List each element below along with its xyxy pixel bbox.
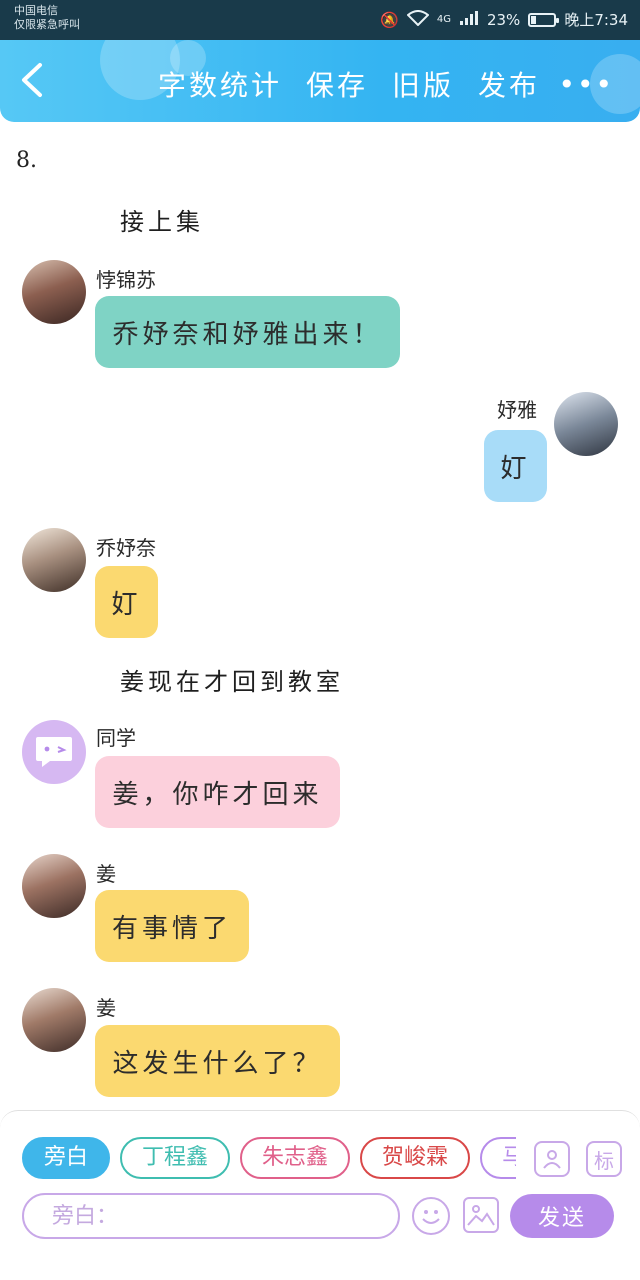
word-count-button[interactable]: 字数统计 [158,68,282,104]
more-button[interactable]: ••• [558,70,614,100]
avatar[interactable] [22,720,86,784]
old-version-button[interactable]: 旧版 [392,68,454,104]
message-bubble[interactable]: 这发生什么了？ [95,1025,340,1097]
save-button[interactable]: 保存 [306,68,368,104]
battery-percent: 23% [486,10,521,29]
message-bubble[interactable]: 乔妤奈和妤雅出来！ [95,296,400,368]
carrier-info: 中国电信 仅限紧急呼叫 [14,4,80,32]
wifi-icon [406,9,430,30]
message-bubble[interactable]: 有事情了 [95,890,249,962]
episode-number: 8. [16,148,37,173]
message-bubble[interactable]: 奵 [95,566,158,638]
status-icons: 🔕 4G 23% 晚上7:34 [380,9,628,30]
message-bubble[interactable]: 姜，你咋才回来 [95,756,340,828]
back-button[interactable] [18,62,54,102]
narration-text: 接上集 [120,208,204,236]
chevron-left-icon [22,63,42,97]
app-header: 字数统计 保存 旧版 发布 ••• [0,40,640,122]
emergency-calls-only: 仅限紧急呼叫 [14,18,80,31]
chat-area[interactable]: 8. 接上集 悖锦苏 乔妤奈和妤雅出来！ 妤雅 奵 乔妤奈 奵 姜现在才回到教室… [0,122,640,1112]
tag-button[interactable]: 标 [586,1141,622,1177]
header-actions: 字数统计 保存 旧版 发布 [158,68,540,104]
sender-name: 妤雅 [497,398,537,422]
emoji-button[interactable] [412,1197,450,1235]
sender-name: 乔妤奈 [96,536,156,560]
carrier-name: 中国电信 [14,4,58,17]
sender-name: 悖锦苏 [96,268,156,292]
chat-bubble-icon [36,737,72,767]
avatar[interactable] [22,854,86,918]
avatar[interactable] [22,528,86,592]
avatar[interactable] [22,988,86,1052]
battery-level [531,15,537,24]
character-chip[interactable]: 朱志鑫 [240,1137,351,1179]
sender-name: 姜 [96,862,116,886]
character-chip[interactable]: 丁程鑫 [120,1137,231,1179]
message-input[interactable] [24,1195,398,1237]
character-chip[interactable]: 马嘉 [480,1137,516,1179]
message-input-box[interactable] [22,1193,400,1239]
message-bubble[interactable]: 奵 [484,430,547,502]
character-chip[interactable]: 贺峻霖 [360,1137,471,1179]
sender-name: 姜 [96,996,116,1020]
image-icon [467,1205,495,1226]
character-chip[interactable]: 旁白 [22,1137,111,1179]
network-type: 4G [436,14,451,25]
signal-icon [459,10,479,30]
person-icon[interactable] [534,1141,570,1177]
compose-panel: 旁白丁程鑫朱志鑫贺峻霖马嘉 标 发送 [0,1110,640,1280]
avatar[interactable] [554,392,618,456]
clock: 晚上7:34 [564,11,628,29]
character-selector[interactable]: 旁白丁程鑫朱志鑫贺峻霖马嘉 [22,1137,516,1181]
image-button[interactable] [463,1197,499,1233]
send-button[interactable]: 发送 [510,1194,614,1238]
battery-icon [528,12,560,27]
narration-text: 姜现在才回到教室 [120,668,344,696]
sender-name: 同学 [96,726,136,750]
status-bar: 中国电信 仅限紧急呼叫 🔕 4G 23% 晚上7:34 [0,0,640,40]
mute-icon: 🔕 [380,10,399,29]
publish-button[interactable]: 发布 [478,68,540,104]
avatar[interactable] [22,260,86,324]
smile-icon [422,1210,440,1224]
